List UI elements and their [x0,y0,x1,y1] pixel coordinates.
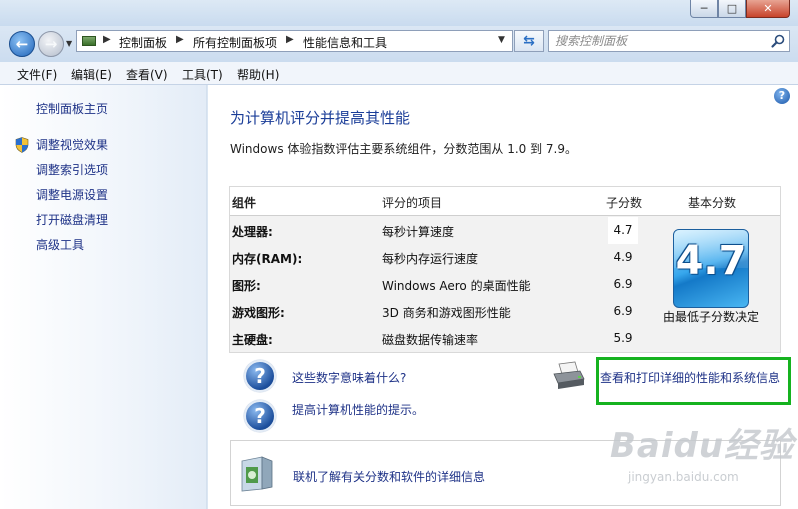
refresh-button[interactable]: ⇆ [514,30,544,52]
row-item: Windows Aero 的桌面性能 [382,279,531,293]
sidebar-item-disk-cleanup[interactable]: 打开磁盘清理 [36,211,108,228]
question-icon[interactable]: ? [244,360,276,392]
header-rated-item: 评分的项目 [382,196,443,210]
row-item: 每秒计算速度 [382,225,455,239]
header-subscore: 子分数 [606,196,643,210]
search-input[interactable] [555,33,760,49]
highlight-box [596,357,791,405]
table-row: 处理器: 每秒计算速度 [230,217,608,244]
breadcrumb-control-panel[interactable]: 控制面板 [119,34,167,51]
row-component: 内存(RAM): [232,252,303,266]
breadcrumb-separator-icon[interactable]: ▶ [176,34,184,45]
breadcrumb-separator-icon[interactable]: ▶ [103,34,111,45]
search-icon[interactable] [770,33,786,49]
row-item: 磁盘数据传输速率 [382,333,479,347]
recent-pages-dropdown-icon[interactable]: ▼ [66,39,72,48]
minimize-button[interactable]: ─ [690,0,718,18]
help-icon[interactable]: ? [774,88,790,104]
software-box-icon [241,456,273,492]
link-online-info[interactable]: 联机了解有关分数和软件的详细信息 [293,468,485,485]
menu-bar: 文件(F) 编辑(E) 查看(V) 工具(T) 帮助(H) [0,62,798,85]
sidebar-item-advanced-tools[interactable]: 高级工具 [36,236,84,253]
table-row: 游戏图形: 3D 商务和游戏图形性能 [230,298,608,325]
table-header: 组件 评分的项目 子分数 基本分数 [230,187,780,216]
row-component: 游戏图形: [232,306,285,320]
sidebar-item-home[interactable]: 控制面板主页 [36,100,108,117]
row-component: 图形: [232,279,261,293]
close-button[interactable]: ✕ [746,0,790,18]
address-dropdown-icon[interactable]: ▼ [498,35,505,45]
control-panel-folder-icon [82,36,96,46]
base-score-value: 4.7 [675,238,747,284]
back-button[interactable]: ← [9,31,35,57]
menu-file[interactable]: 文件(F) [17,66,57,83]
sidebar-item-visual-effects[interactable]: 调整视觉效果 [36,136,108,153]
header-component: 组件 [232,196,257,210]
row-component: 处理器: [232,225,273,239]
link-performance-tips[interactable]: 提高计算机性能的提示。 [292,401,424,418]
row-subscore: 4.7 [608,217,638,244]
link-what-numbers-mean[interactable]: 这些数字意味着什么? [292,369,406,386]
table-row: 内存(RAM): 每秒内存运行速度 [230,244,608,271]
base-score-caption: 由最低子分数决定 [662,310,759,324]
table-row: 主硬盘: 磁盘数据传输速率 [230,325,608,352]
score-table: 组件 评分的项目 子分数 基本分数 处理器: 每秒计算速度 4.7 内存(RAM… [229,186,781,353]
base-score-tile: 4.7 [673,229,749,308]
title-bar: ─ □ ✕ [0,0,798,26]
baidu-watermark: Baidu经验 [610,426,795,466]
baidu-watermark-url: jingyan.baidu.com [628,470,739,484]
row-item: 每秒内存运行速度 [382,252,479,266]
question-icon[interactable]: ? [244,400,276,432]
menu-edit[interactable]: 编辑(E) [71,66,112,83]
menu-help[interactable]: 帮助(H) [237,66,279,83]
maximize-button[interactable]: □ [718,0,746,18]
row-subscore: 6.9 [613,277,633,291]
header-base-score: 基本分数 [688,196,737,210]
address-bar[interactable]: ▶ 控制面板 ▶ 所有控制面板项 ▶ 性能信息和工具 ▼ [76,30,513,52]
breadcrumb-all-items[interactable]: 所有控制面板项 [193,34,277,51]
row-item: 3D 商务和游戏图形性能 [382,306,511,320]
row-subscore: 4.9 [613,250,633,264]
forward-button[interactable]: → [38,31,64,57]
search-box [548,30,790,52]
page-description: Windows 体验指数评估主要系统组件，分数范围从 1.0 到 7.9。 [230,142,577,156]
row-subscore: 6.9 [613,304,633,318]
sidebar-item-indexing[interactable]: 调整索引选项 [36,161,108,178]
row-subscore: 5.9 [613,331,633,345]
breadcrumb-performance[interactable]: 性能信息和工具 [303,34,387,51]
sidebar-item-power[interactable]: 调整电源设置 [36,186,108,203]
page-title: 为计算机评分并提高其性能 [230,109,411,127]
menu-view[interactable]: 查看(V) [126,66,168,83]
row-component: 主硬盘: [232,333,273,347]
shield-icon [15,137,29,153]
printer-icon[interactable] [551,360,587,392]
menu-tools[interactable]: 工具(T) [182,66,223,83]
table-row: 图形: Windows Aero 的桌面性能 [230,271,608,298]
breadcrumb-separator-icon[interactable]: ▶ [286,34,294,45]
